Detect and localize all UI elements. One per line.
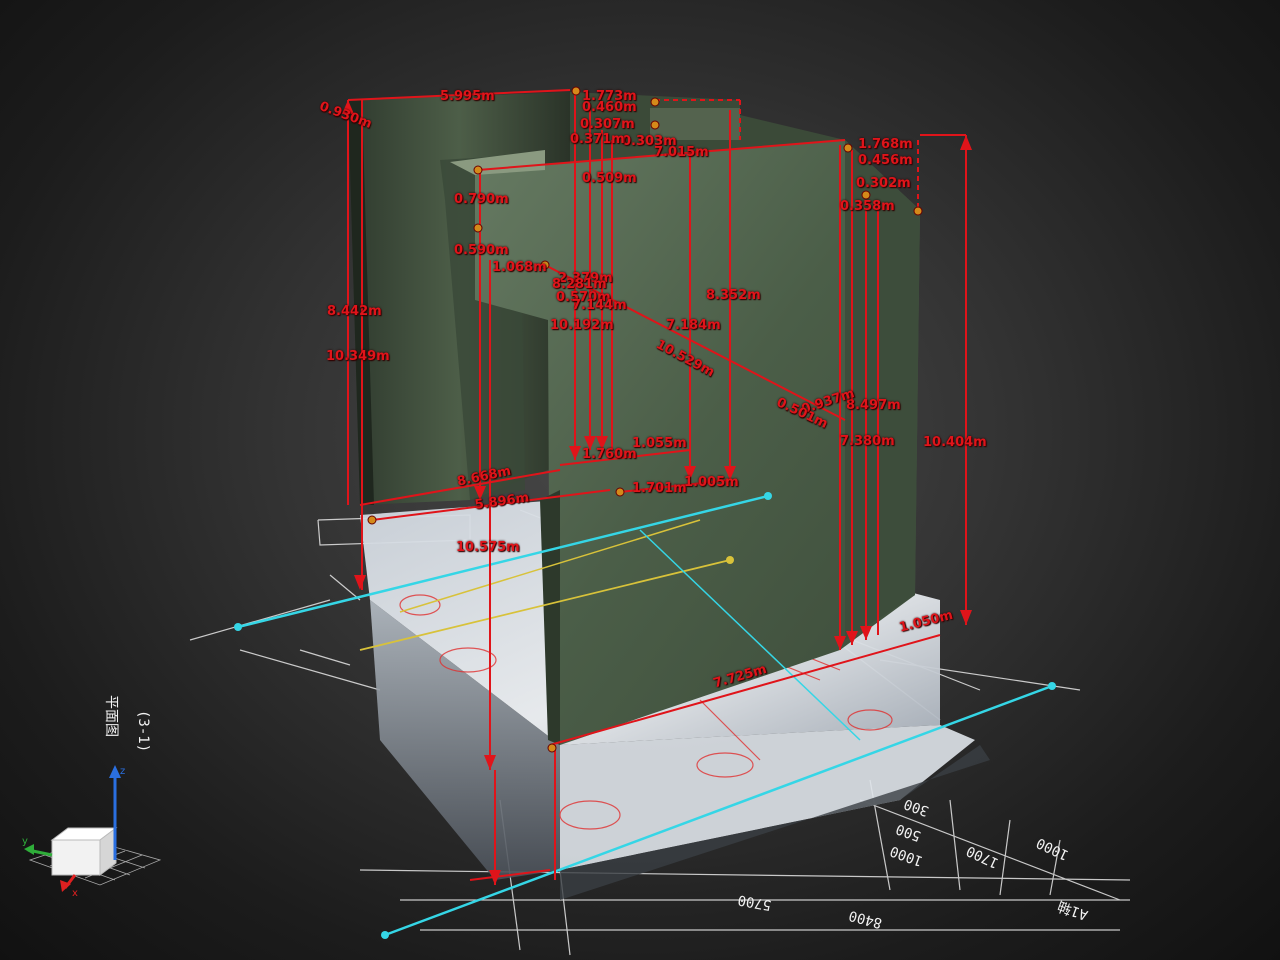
dimension-label-d18[interactable]: 8.442m [327,305,382,318]
dimension-label-d10[interactable]: 0.790m [454,193,509,206]
dimension-label-d30[interactable]: 0.302m [856,177,911,190]
dimension-label-d19[interactable]: 10.192m [550,319,614,332]
dimension-label-d32[interactable]: 1.760m [582,448,637,461]
dimension-label-d17[interactable]: 8.352m [706,289,761,302]
3d-viewport[interactable]: 5.995m 0.930m 1.773m 0.460m 0.307m 0.303m 0.37… [0,0,1280,960]
dimension-label-d31[interactable]: 0.358m [840,200,895,213]
dimension-label-d35[interactable]: 1.701m [632,482,687,495]
dimension-label-d12[interactable]: 1.068m [492,261,547,274]
dimension-label-d27[interactable]: 10.404m [923,436,987,449]
dimension-label-d01[interactable]: 5.995m [440,90,495,103]
dimension-label-d33[interactable]: 1.055m [632,437,687,450]
axis-y [24,844,53,857]
drawing-label-t9: 平面图 [103,695,119,737]
view-cube[interactable] [50,827,118,876]
dimension-label-d07[interactable]: 0.371m [570,133,625,146]
dimension-label-d29[interactable]: 0.456m [858,154,913,167]
dimension-label-d11[interactable]: 0.590m [454,244,509,257]
navigation-cube[interactable]: z y x [20,760,170,900]
dimension-label-d22[interactable]: 10.349m [326,350,390,363]
dimension-label-d38[interactable]: 10.575m [456,541,520,554]
axis-x-label: x [72,888,78,899]
dimension-label-d26[interactable]: 7.380m [840,435,895,448]
dimension-label-d09[interactable]: 0.509m [582,172,637,185]
dimension-label-d28[interactable]: 1.768m [858,138,913,151]
dimension-label-d36[interactable]: 1.005m [684,476,739,489]
dimension-label-d05[interactable]: 0.307m [580,118,635,131]
drawing-label-t10: (3-1) [135,710,151,753]
dimension-label-d04[interactable]: 0.460m [582,101,637,114]
axis-z-label: z [120,766,125,777]
dimension-label-d20[interactable]: 7.184m [666,319,721,332]
dimension-label-d16[interactable]: 7.144m [572,299,627,312]
axis-y-label: y [22,836,28,847]
dimension-label-d08[interactable]: 7.015m [654,146,709,159]
